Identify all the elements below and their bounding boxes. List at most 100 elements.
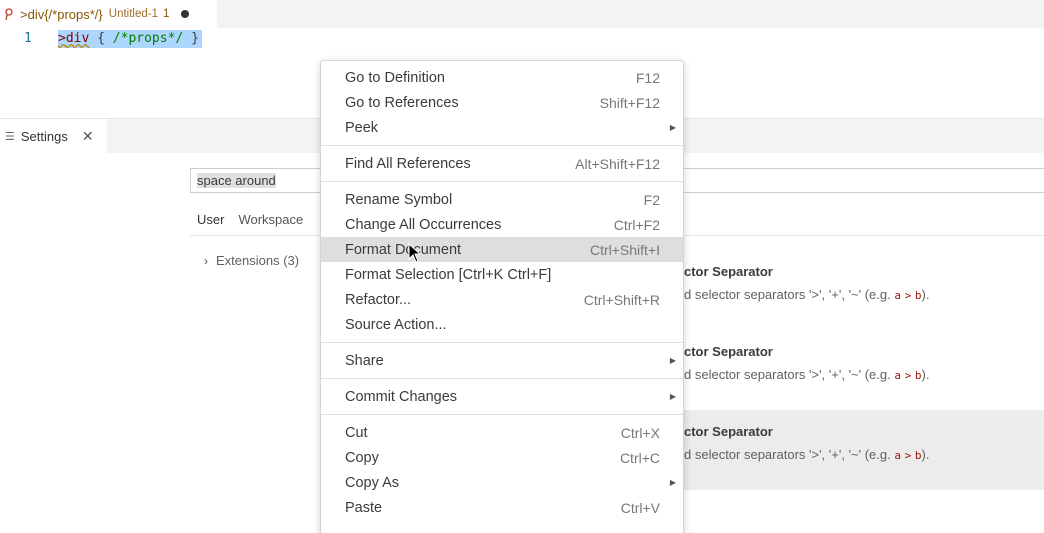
setting-description: d selector separators '>', '+', '~' (e.g…	[684, 447, 929, 462]
editor-tab-strip: >div{/*props*/} Untitled-1 1	[0, 0, 1044, 28]
token-comment: /*props*/	[112, 31, 184, 46]
editor-tab-title: >div{/*props*/}	[20, 6, 103, 22]
menu-separator	[321, 378, 683, 379]
menu-item-format-selection-ctrl-k-ctrl-f[interactable]: Format Selection [Ctrl+K Ctrl+F]	[321, 262, 683, 287]
menu-item-keybinding: Ctrl+Shift+R	[583, 291, 660, 308]
react-file-icon	[3, 7, 15, 21]
menu-item-keybinding: F12	[635, 69, 660, 86]
code-a: a	[894, 449, 901, 462]
token-angle: >	[58, 31, 66, 46]
unsaved-dot-icon[interactable]	[181, 10, 190, 18]
mouse-pointer-icon	[408, 243, 422, 263]
menu-item-label: Format Selection [Ctrl+K Ctrl+F]	[345, 266, 552, 283]
menu-separator	[321, 342, 683, 343]
menu-item-change-all-occurrences[interactable]: Change All Occurrences Ctrl+F2	[321, 212, 683, 237]
menu-item-commit-changes[interactable]: Commit Changes ▶	[321, 384, 683, 409]
menu-item-keybinding: Alt+Shift+F12	[575, 155, 660, 172]
menu-item-keybinding: Ctrl+X	[620, 424, 660, 441]
editor-context-menu: Go to Definition F12 Go to References Shift…	[320, 60, 684, 533]
menu-item-copy-as[interactable]: Copy As ▶	[321, 470, 683, 495]
setting-description: d selector separators '>', '+', '~' (e.g…	[684, 367, 929, 382]
menu-item-label: Cut	[345, 424, 368, 441]
code-gt: >	[904, 289, 912, 302]
triangle-right-icon: ▶	[669, 392, 676, 401]
tab-workspace[interactable]: Workspace	[231, 206, 310, 236]
settings-tab-label: Settings	[20, 129, 68, 144]
menu-item-find-all-references[interactable]: Find All References Alt+Shift+F12	[321, 151, 683, 176]
token-tag: div	[65, 31, 90, 46]
code-line[interactable]: >div { /*props*/ }	[58, 30, 202, 48]
menu-item-label: Find All References	[345, 155, 471, 172]
menu-item-label: Copy	[345, 449, 379, 466]
search-input-value: space around	[197, 173, 276, 188]
menu-separator	[321, 145, 683, 146]
setting-desc-text: d selector separators '>', '+', '~' (e.g…	[684, 367, 895, 382]
menu-item-label: Commit Changes	[345, 388, 458, 405]
menu-item-keybinding: F2	[643, 191, 660, 208]
code-gt: >	[904, 449, 912, 462]
menu-item-source-action[interactable]: Source Action...	[321, 312, 683, 337]
menu-item-label: Format Document	[345, 241, 462, 258]
problem-count-badge: 1	[162, 8, 170, 20]
menu-item-go-to-references[interactable]: Go to References Shift+F12	[321, 90, 683, 115]
code-gt: >	[904, 369, 912, 382]
menu-item-copy[interactable]: Copy Ctrl+C	[321, 445, 683, 470]
setting-desc-tail: ).	[921, 287, 930, 302]
code-a: a	[894, 369, 901, 382]
menu-item-format-document[interactable]: Format Document Ctrl+Shift+I	[321, 237, 683, 262]
token-brace-open: {	[97, 31, 105, 46]
menu-item-label: Source Action...	[345, 316, 447, 333]
menu-item-share[interactable]: Share ▶	[321, 348, 683, 373]
menu-item-peek[interactable]: Peek ▶	[321, 115, 683, 140]
line-number: 1	[24, 31, 32, 46]
menu-item-keybinding: Ctrl+F2	[613, 216, 660, 233]
menu-item-keybinding: Shift+F12	[599, 94, 660, 111]
setting-description: d selector separators '>', '+', '~' (e.g…	[684, 287, 929, 302]
toc-item-extensions[interactable]: › Extensions (3)	[204, 253, 299, 268]
triangle-right-icon: ▶	[669, 356, 676, 365]
close-icon[interactable]: ✕	[82, 128, 94, 145]
menu-item-label: Copy As	[345, 474, 399, 491]
editor-tab-path: Untitled-1	[108, 8, 158, 20]
tab-user[interactable]: User	[190, 206, 232, 236]
setting-title: ctor Separator	[684, 344, 773, 359]
settings-scope-tabs: User Workspace	[190, 206, 310, 236]
menu-item-rename-symbol[interactable]: Rename Symbol F2	[321, 187, 683, 212]
setting-item[interactable]: ctor Separator d selector separators '>'…	[684, 410, 1044, 490]
menu-item-label: Refactor...	[345, 291, 412, 308]
menu-item-cut[interactable]: Cut Ctrl+X	[321, 420, 683, 445]
menu-item-label: Change All Occurrences	[345, 216, 502, 233]
menu-item-paste[interactable]: Paste Ctrl+V	[321, 495, 683, 520]
menu-item-keybinding: Ctrl+V	[620, 499, 660, 516]
setting-title: ctor Separator	[684, 424, 773, 439]
setting-desc-text: d selector separators '>', '+', '~' (e.g…	[684, 287, 895, 302]
menu-separator	[321, 414, 683, 415]
toc-item-label: Extensions (3)	[216, 253, 300, 268]
editor-tab-untitled[interactable]: >div{/*props*/} Untitled-1 1	[0, 0, 217, 28]
menu-item-refactor[interactable]: Refactor... Ctrl+Shift+R	[321, 287, 683, 312]
code-a: a	[894, 289, 901, 302]
tab-settings[interactable]: ☰ Settings ✕	[0, 119, 107, 154]
triangle-right-icon: ▶	[669, 123, 676, 132]
setting-desc-tail: ).	[921, 447, 930, 462]
setting-desc-text: d selector separators '>', '+', '~' (e.g…	[684, 447, 895, 462]
menu-item-label: Peek	[345, 119, 379, 136]
menu-item-label: Go to Definition	[345, 69, 445, 86]
list-icon: ☰	[5, 131, 15, 143]
setting-item[interactable]: ctor Separator d selector separators '>'…	[684, 333, 1044, 413]
setting-item[interactable]: ctor Separator d selector separators '>'…	[684, 253, 1044, 333]
menu-item-go-to-definition[interactable]: Go to Definition F12	[321, 65, 683, 90]
setting-desc-tail: ).	[921, 367, 930, 382]
menu-item-label: Paste	[345, 499, 383, 516]
menu-item-label: Rename Symbol	[345, 191, 453, 208]
token-brace-close: }	[191, 31, 199, 46]
menu-separator	[321, 181, 683, 182]
menu-item-label: Share	[345, 352, 384, 369]
chevron-right-icon: ›	[204, 253, 208, 268]
triangle-right-icon: ▶	[669, 478, 676, 487]
menu-item-keybinding: Ctrl+Shift+I	[589, 241, 660, 258]
setting-title: ctor Separator	[684, 264, 773, 279]
menu-item-label: Go to References	[345, 94, 459, 111]
